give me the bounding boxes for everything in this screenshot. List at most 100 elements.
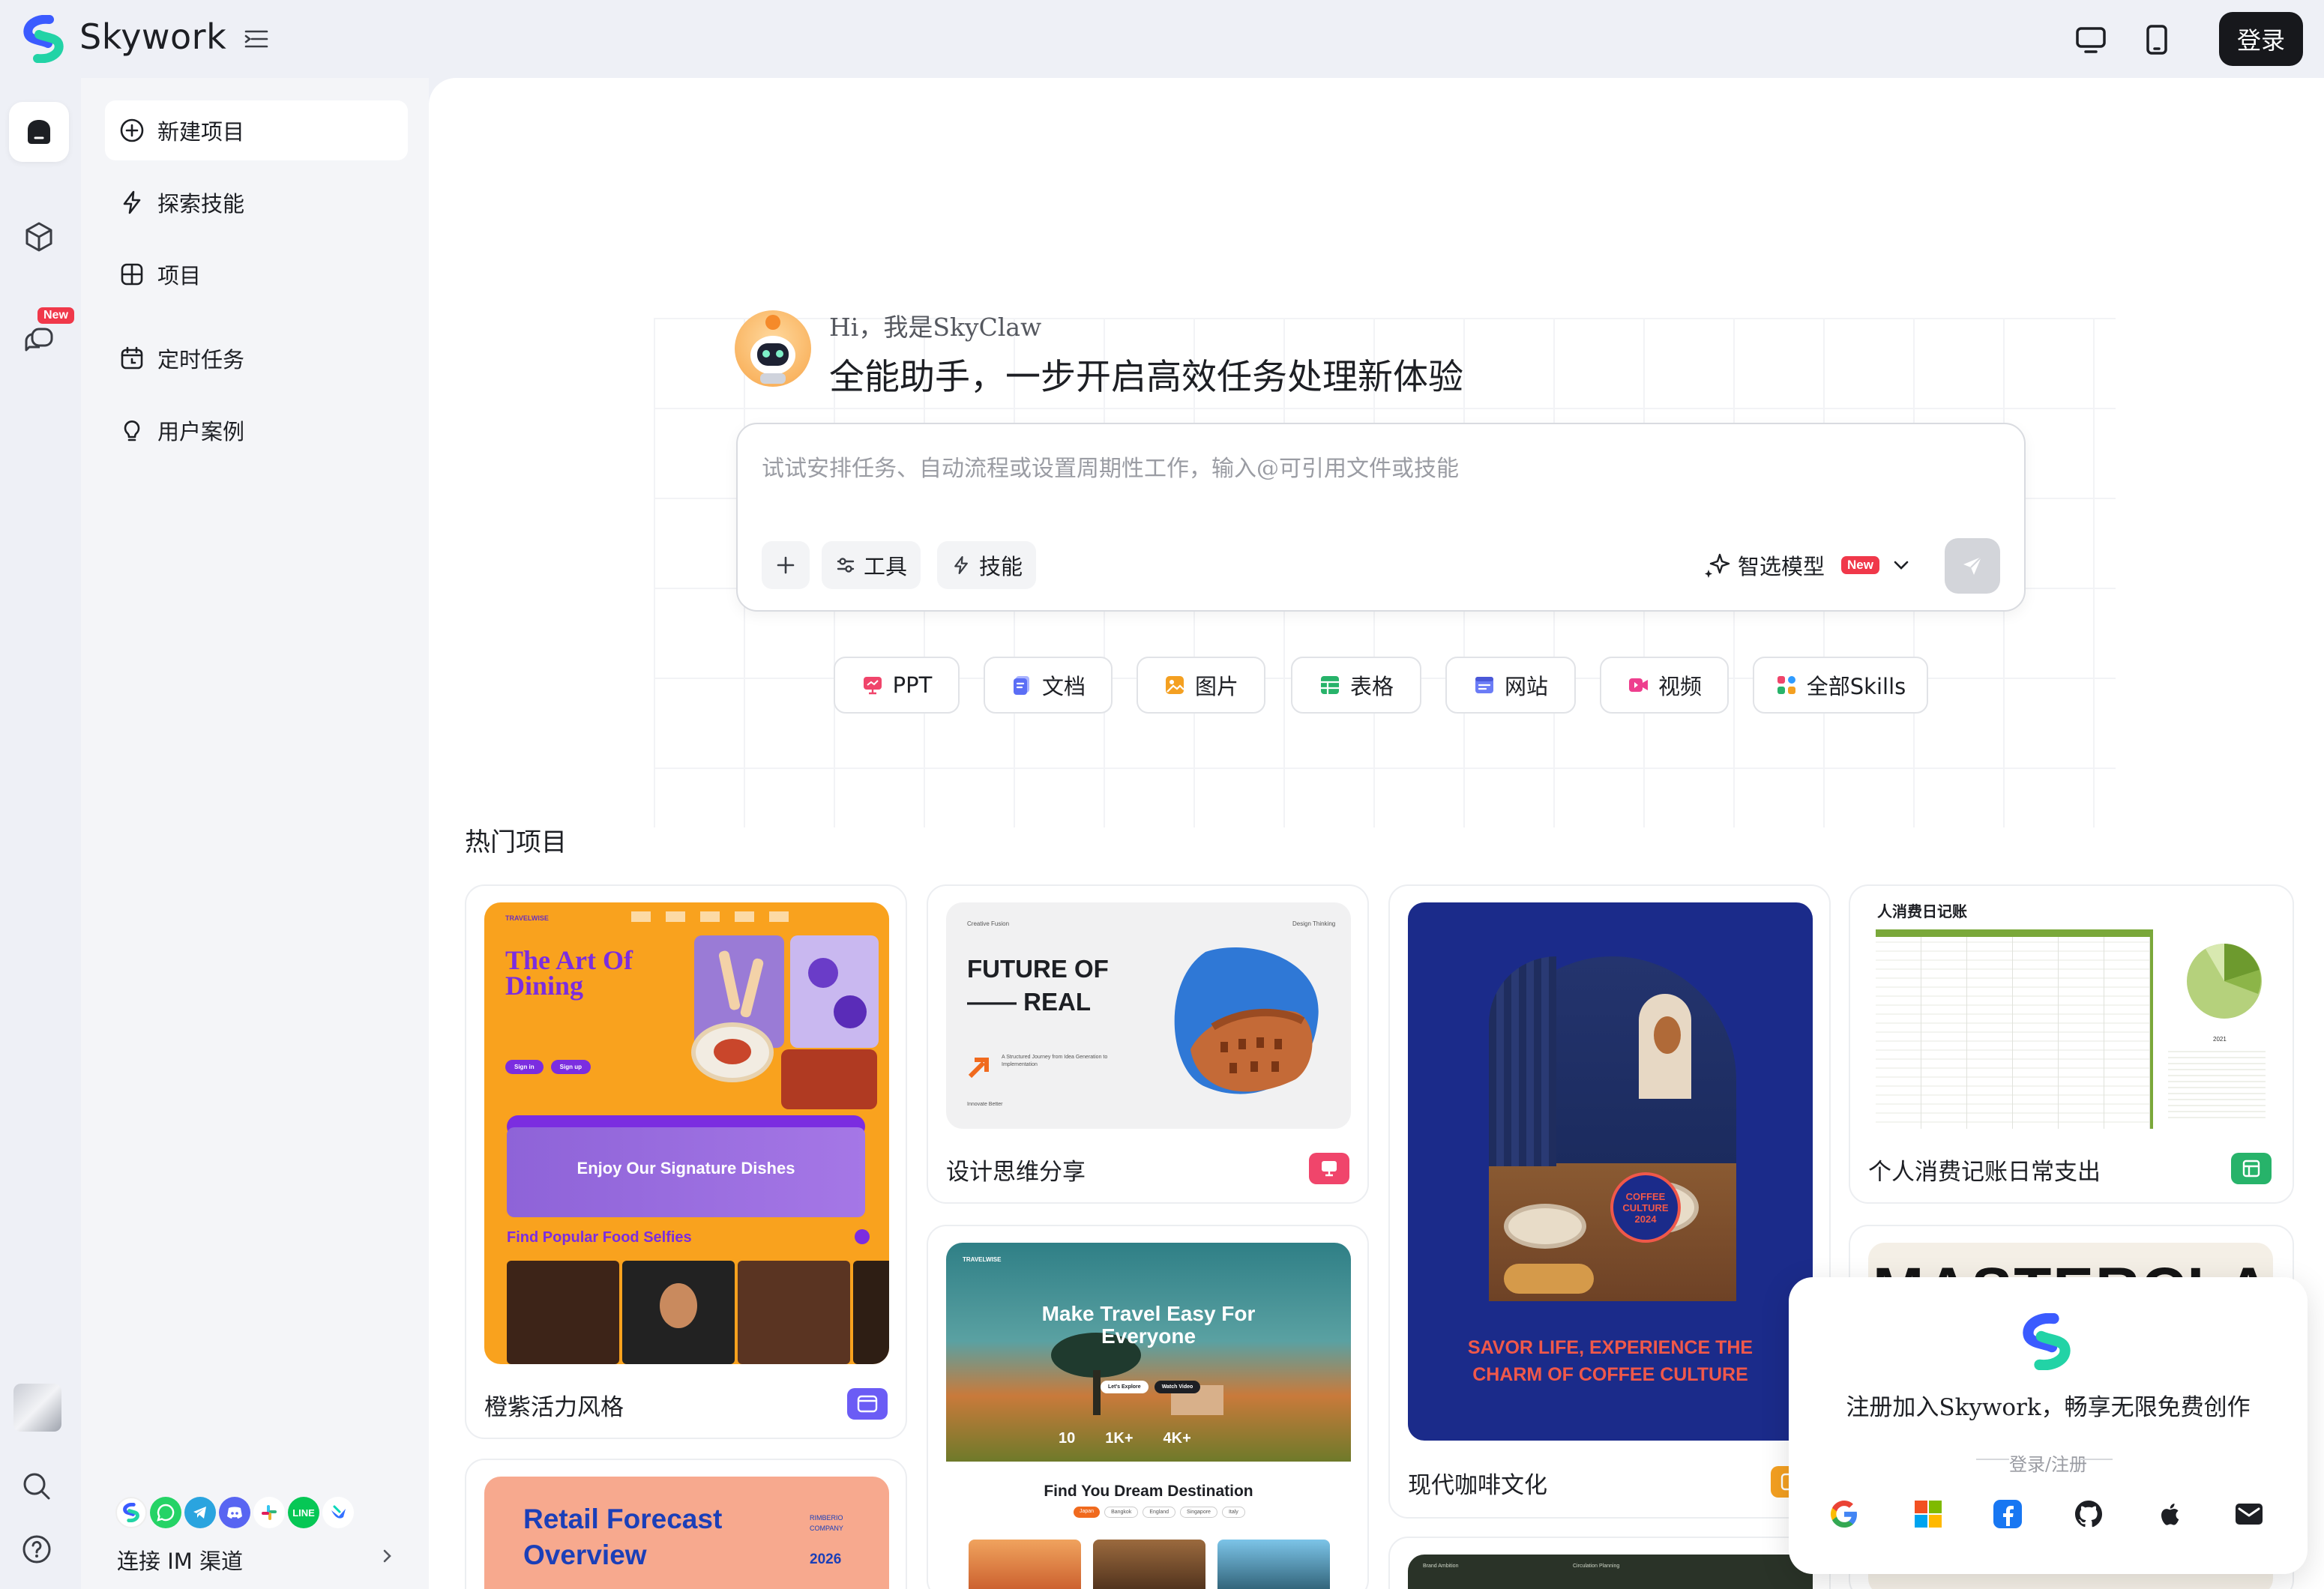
plus-icon xyxy=(777,556,795,574)
telegram-icon[interactable] xyxy=(184,1497,216,1528)
thumb-tag: Japan xyxy=(1074,1507,1101,1518)
calendar-clock-icon xyxy=(121,346,143,370)
category-image[interactable]: 图片 xyxy=(1137,657,1265,714)
sidebar-collapse-icon[interactable] xyxy=(241,24,271,54)
thumb-summary-table xyxy=(2168,1046,2266,1121)
thumb-headline2: Overview xyxy=(523,1540,647,1570)
mobile-view-icon[interactable] xyxy=(2138,21,2176,58)
project-thumbnail[interactable]: TRAVELWISE The Art Of Dining Sign in Sig… xyxy=(484,902,889,1364)
thumb-headline1: FUTURE OF xyxy=(967,955,1109,983)
thumb-company: RIMBERIO xyxy=(810,1514,843,1522)
thumb-stat: 1K+ xyxy=(1105,1430,1134,1447)
project-thumbnail[interactable]: Retail Forecast Overview RIMBERIO COMPAN… xyxy=(484,1477,889,1589)
chevron-down-icon xyxy=(1894,561,1909,570)
sidebar-item-user-cases[interactable]: 用户案例 xyxy=(105,400,408,460)
slack-icon[interactable] xyxy=(253,1497,285,1528)
microsoft-icon[interactable] xyxy=(1909,1495,1948,1534)
thumb-brand: TRAVELWISE xyxy=(505,914,549,922)
thumb-footer: Innovate Better xyxy=(967,1102,1003,1107)
project-title: 现代咖啡文化 xyxy=(1408,1472,1547,1499)
thumb-table-header xyxy=(1876,929,2150,937)
discord-icon[interactable] xyxy=(219,1497,250,1528)
category-label: PPT xyxy=(892,672,933,698)
thumb-hero-bg xyxy=(946,1243,1351,1462)
category-label: 文档 xyxy=(1041,674,1086,699)
thumb-coffee-badge: COFFEE CULTURE 2024 xyxy=(1610,1172,1681,1243)
project-thumbnail[interactable]: Brand Ambition Circulation Planning xyxy=(1408,1555,1813,1589)
sidebar-item-new-project[interactable]: 新建项目 xyxy=(105,100,408,160)
thumb-stats: 10 1K+ 4K+ xyxy=(1059,1430,1191,1447)
project-thumbnail[interactable]: COFFEE CULTURE 2024 SAVOR LIFE, EXPERIEN… xyxy=(1408,902,1813,1441)
desktop-view-icon[interactable] xyxy=(2072,21,2110,58)
ppt-icon xyxy=(863,677,882,695)
category-website[interactable]: 网站 xyxy=(1445,657,1576,714)
category-spreadsheet[interactable]: 表格 xyxy=(1291,657,1421,714)
thumb-selfie-3 xyxy=(738,1261,850,1364)
whatsapp-icon[interactable] xyxy=(150,1497,181,1528)
category-document[interactable]: 文档 xyxy=(984,657,1113,714)
search-icon[interactable] xyxy=(19,1469,54,1504)
sidebar-panel xyxy=(81,78,429,1589)
skywork-channel-icon[interactable] xyxy=(115,1497,147,1528)
thumb-stat: 10 xyxy=(1059,1430,1076,1447)
thumb-sub: Find You Dream Destination xyxy=(1044,1483,1253,1500)
category-ppt[interactable]: PPT xyxy=(834,657,960,714)
facebook-icon[interactable] xyxy=(1988,1495,2027,1534)
help-icon[interactable] xyxy=(19,1532,54,1567)
prompt-input[interactable]: 试试安排任务、自动流程或设置周期性工作，输入@可引用文件或技能 xyxy=(762,450,1459,483)
thumb-headline: Make Travel Easy For Everyone xyxy=(1041,1302,1256,1348)
add-attachment-button[interactable] xyxy=(762,541,810,589)
rail-cube[interactable] xyxy=(9,207,69,267)
skywork-logo-icon[interactable] xyxy=(19,15,67,63)
chat-bubbles-icon xyxy=(22,325,56,359)
tools-button[interactable]: 工具 xyxy=(822,541,921,589)
thumb-tag: Italy xyxy=(1221,1507,1245,1518)
document-icon xyxy=(1013,676,1029,695)
thumb-badge-text: COFFEE xyxy=(1625,1190,1666,1202)
send-button[interactable] xyxy=(1945,538,2000,594)
connect-im-label[interactable]: 连接 IM 渠道 xyxy=(117,1544,243,1576)
login-register-link[interactable]: 登录/注册 xyxy=(1789,1450,2308,1476)
thumb-btn2: Watch Video xyxy=(1154,1381,1201,1393)
category-all-skills[interactable]: 全部Skills xyxy=(1753,657,1928,714)
sparkle-icon xyxy=(1705,553,1730,578)
browser-icon xyxy=(1475,677,1493,693)
project-thumbnail[interactable]: 人消费日记账 2021 xyxy=(1868,902,2273,1129)
model-new-badge: New xyxy=(1841,556,1879,574)
login-button[interactable]: 登录 xyxy=(2219,12,2303,66)
model-selector[interactable]: 智选模型 New xyxy=(1702,541,1912,589)
category-label: 全部Skills xyxy=(1806,674,1906,699)
ppt-type-icon xyxy=(1309,1153,1349,1184)
thumb-caption: A Structured Journey from Idea Generatio… xyxy=(1002,1055,1108,1067)
thumb-btn1: Let's Explore xyxy=(1101,1381,1149,1393)
sidebar-item-label: 定时任务 xyxy=(157,347,245,373)
chevron-right-icon[interactable] xyxy=(378,1547,396,1565)
thumb-sub: Find Popular Food Selfies xyxy=(507,1229,692,1246)
thumb-tags: Japan Bangkok England Singapore Italy xyxy=(1074,1507,1245,1518)
feishu-icon[interactable] xyxy=(322,1497,354,1528)
line-icon[interactable]: LINE xyxy=(288,1497,319,1528)
lightning-icon xyxy=(954,556,968,574)
category-video[interactable]: 视频 xyxy=(1600,657,1729,714)
sidebar-item-label: 探索技能 xyxy=(157,191,245,217)
github-icon[interactable] xyxy=(2069,1495,2108,1534)
thumb-btn1: Sign in xyxy=(505,1060,544,1074)
apple-icon[interactable] xyxy=(2150,1495,2189,1534)
model-label: 智选模型 xyxy=(1738,554,1825,579)
category-label: 视频 xyxy=(1658,674,1702,699)
email-icon[interactable] xyxy=(2230,1495,2269,1534)
thumb-tag: Singapore xyxy=(1180,1507,1217,1518)
sidebar-item-scheduled-tasks[interactable]: 定时任务 xyxy=(105,328,408,388)
sidebar-item-projects[interactable]: 项目 xyxy=(105,244,408,304)
sidebar-item-explore-skills[interactable]: 探索技能 xyxy=(105,172,408,232)
hero-greeting: Hi，我是SkyClaw xyxy=(829,313,1042,342)
rail-home[interactable] xyxy=(9,102,69,162)
thumb-photo-berries xyxy=(790,935,879,1048)
thumb-selfie-2 xyxy=(622,1261,735,1364)
google-icon[interactable] xyxy=(1825,1495,1864,1534)
thumb-arrow-icon xyxy=(967,1055,991,1079)
user-avatar[interactable] xyxy=(13,1384,61,1432)
project-thumbnail[interactable]: Creative Fusion Design Thinking FUTURE O… xyxy=(946,902,1351,1129)
skills-button[interactable]: 技能 xyxy=(937,541,1037,589)
project-thumbnail[interactable]: TRAVELWISE Make Travel Easy For Everyone… xyxy=(946,1243,1351,1589)
